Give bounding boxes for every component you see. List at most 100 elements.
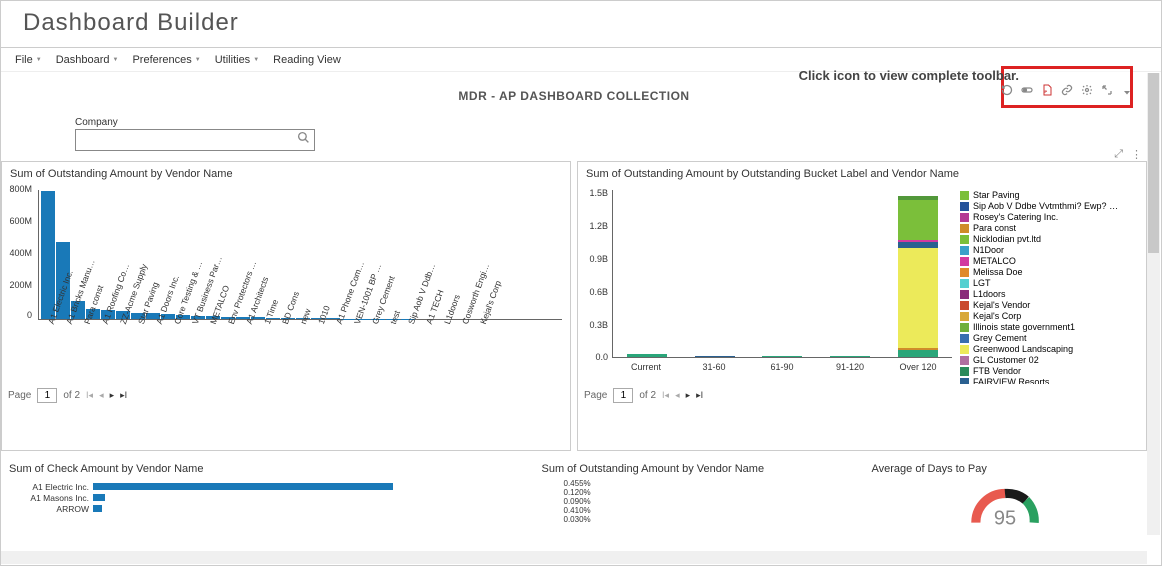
legend-item[interactable]: Illinois state government1 <box>960 322 1142 332</box>
page-next-icon[interactable]: ▸ <box>686 390 691 401</box>
page-first-icon[interactable]: I◂ <box>662 390 669 401</box>
legend-item[interactable]: N1Door <box>960 245 1142 255</box>
legend-item[interactable]: Nicklodian pvt.ltd <box>960 234 1142 244</box>
x-tick: L1doors <box>436 322 451 392</box>
x-tick: 1 Time <box>256 322 271 392</box>
legend-item[interactable]: Star Paving <box>960 190 1142 200</box>
search-icon[interactable] <box>297 131 310 149</box>
page-label: Page <box>8 390 31 401</box>
legend-item[interactable]: FAIRVIEW Resorts <box>960 377 1142 384</box>
legend-item[interactable]: FTB Vendor <box>960 366 1142 376</box>
swatch-icon <box>960 268 969 277</box>
x-tick: A1 Electric Inc. <box>40 322 55 392</box>
legend-label: N1Door <box>973 245 1004 255</box>
panel-title: Average of Days to Pay <box>864 457 1148 479</box>
company-input[interactable] <box>80 134 297 146</box>
company-label: Company <box>75 117 1073 128</box>
legend-label: L1doors <box>973 289 1006 299</box>
legend-item[interactable]: Kejal's Vendor <box>960 300 1142 310</box>
hbar-row: A1 Masons Inc. <box>11 492 518 503</box>
panel-check-amount: Sum of Check Amount by Vendor Name A1 El… <box>1 457 528 547</box>
x-tick: BD Cons <box>274 322 289 392</box>
page-label: Page <box>584 390 607 401</box>
legend-item[interactable]: Kejal's Corp <box>960 311 1142 321</box>
expand-toolbar-icon[interactable] <box>1121 83 1133 101</box>
x-tick: Para const <box>76 322 91 392</box>
menu-file[interactable]: File▼ <box>9 52 48 67</box>
swatch-icon <box>960 378 969 385</box>
company-filter: Company <box>1 111 1147 161</box>
legend-item[interactable]: METALCO <box>960 256 1142 266</box>
menu-preferences[interactable]: Preferences▼ <box>126 52 206 67</box>
legend-item[interactable]: LGT <box>960 278 1142 288</box>
toggle-icon[interactable] <box>1021 83 1033 101</box>
legend-item[interactable]: GL Customer 02 <box>960 355 1142 365</box>
y-tick: 200M <box>2 280 32 290</box>
legend-label: Grey Cement <box>973 333 1027 343</box>
collapse-icon[interactable] <box>1101 83 1113 101</box>
legend-label: FTB Vendor <box>973 366 1021 376</box>
panel-title: Sum of Outstanding Amount by Vendor Name <box>2 162 570 184</box>
chart-bar-vendor: 800M 600M 400M 200M 0 A1 Electric Inc.A1… <box>2 184 570 384</box>
hbar-label: ARROW <box>11 504 89 514</box>
swatch-icon <box>960 246 969 255</box>
chart-line-mini: 0.455%0.120%0.090%0.410%0.030% <box>534 479 858 524</box>
company-input-wrap[interactable] <box>75 129 315 151</box>
swatch-icon <box>960 323 969 332</box>
y-tick: 0.090% <box>564 497 858 506</box>
hbar-bar <box>93 483 393 490</box>
x-tick: A1 Doors Inc. <box>148 322 163 392</box>
legend-item[interactable]: Rosey's Catering Inc. <box>960 212 1142 222</box>
legend-label: Para const <box>973 223 1016 233</box>
legend-item[interactable]: Melissa Doe <box>960 267 1142 277</box>
menu-utilities[interactable]: Utilities▼ <box>209 52 265 67</box>
x-tick: Core Testing & … <box>166 322 181 392</box>
scrollbar-vertical[interactable] <box>1147 73 1160 535</box>
legend-label: Nicklodian pvt.ltd <box>973 234 1041 244</box>
x-tick: Cosworth Engi… <box>454 322 469 392</box>
kebab-icon[interactable]: ⋮ <box>1131 148 1142 161</box>
tooltip-callout: Click icon to view complete toolbar. <box>799 68 1019 83</box>
chevron-down-icon: ▼ <box>36 57 42 63</box>
legend-label: Sip Aob V Ddbe Vvtmthmi? Ewp? … <box>973 201 1118 211</box>
panel-title: Sum of Outstanding Amount by Vendor Name <box>534 457 858 479</box>
menu-reading-view[interactable]: Reading View <box>267 52 347 67</box>
y-tick: 0.9B <box>582 254 608 264</box>
pdf-icon[interactable]: P <box>1041 83 1053 101</box>
page-last-icon[interactable]: ▸I <box>696 390 703 401</box>
swatch-icon <box>960 213 969 222</box>
legend-label: Kejal's Vendor <box>973 300 1030 310</box>
expand-icon[interactable]: ⤢ <box>1114 148 1123 161</box>
app-titlebar: Dashboard Builder <box>1 1 1161 48</box>
x-tick: Star Paving <box>130 322 145 392</box>
panel-title: Sum of Check Amount by Vendor Name <box>1 457 528 479</box>
app-title: Dashboard Builder <box>23 9 239 36</box>
x-tick: 1010 <box>310 322 325 392</box>
legend-item[interactable]: Greenwood Landscaping <box>960 344 1142 354</box>
settings-icon[interactable] <box>1081 83 1093 101</box>
scrollbar-thumb[interactable] <box>1148 73 1159 253</box>
page-input[interactable] <box>613 388 633 403</box>
toolbar-expand-frame: P <box>1001 66 1133 108</box>
legend-item[interactable]: Grey Cement <box>960 333 1142 343</box>
y-tick: 800M <box>2 184 32 194</box>
chevron-down-icon: ▼ <box>195 57 201 63</box>
scrollbar-horizontal[interactable] <box>1 551 1147 564</box>
x-tick: A1 Architects <box>238 322 253 392</box>
menu-dashboard[interactable]: Dashboard▼ <box>50 52 125 67</box>
legend-item[interactable]: L1doors <box>960 289 1142 299</box>
hbar-label: A1 Masons Inc. <box>11 493 89 503</box>
hbar-bar <box>93 494 105 501</box>
hbar-bar <box>93 505 102 512</box>
x-tick: A1 Roofing Co… <box>94 322 109 392</box>
link-icon[interactable] <box>1061 83 1073 101</box>
legend-label: Melissa Doe <box>973 267 1023 277</box>
panel-days-to-pay: Average of Days to Pay 95 <box>864 457 1148 547</box>
plot-area <box>612 190 952 358</box>
legend-item[interactable]: Para const <box>960 223 1142 233</box>
refresh-icon[interactable] <box>1001 83 1013 101</box>
swatch-icon <box>960 367 969 376</box>
panel-outstanding-by-bucket-vendor: ⤢ ⋮ Sum of Outstanding Amount by Outstan… <box>577 161 1147 451</box>
legend-item[interactable]: Sip Aob V Ddbe Vvtmthmi? Ewp? … <box>960 201 1142 211</box>
page-prev-icon[interactable]: ◂ <box>675 390 680 401</box>
